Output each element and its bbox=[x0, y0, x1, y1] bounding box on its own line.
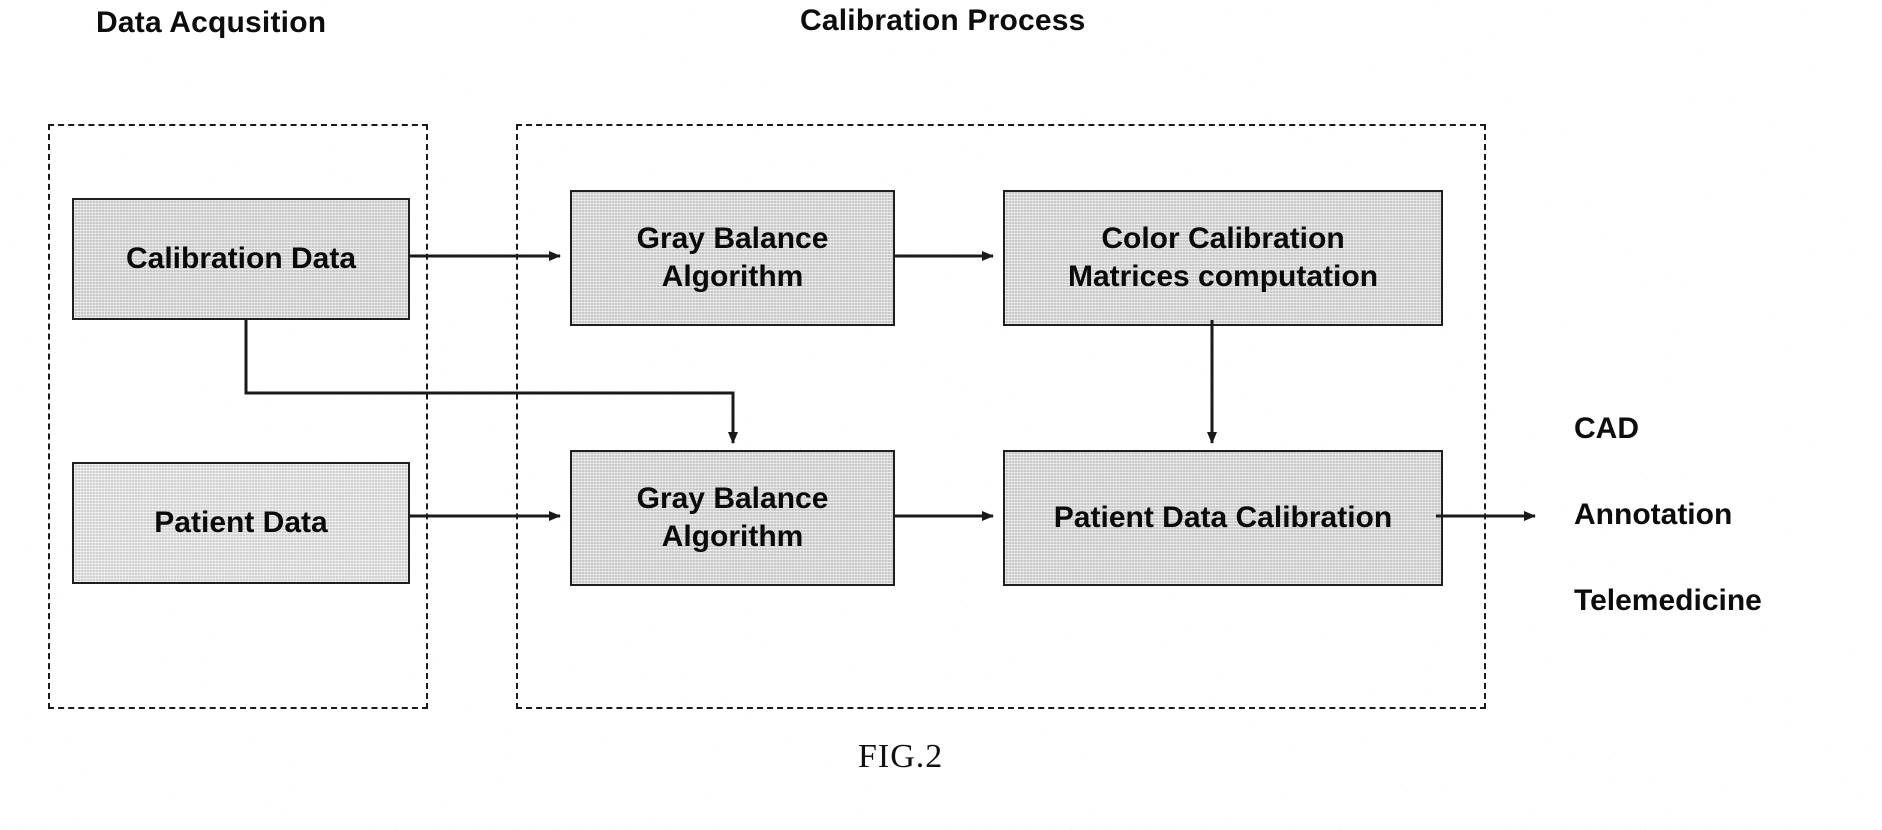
box-gray-balance-top[interactable]: Gray Balance Algorithm bbox=[570, 190, 895, 326]
box-color-calibration-label-line2: Matrices computation bbox=[1067, 260, 1379, 293]
figure-canvas: Data Acqusition Calibration Process Cali… bbox=[0, 0, 1882, 830]
box-gray-balance-bottom-label-line2: Algorithm bbox=[661, 520, 804, 553]
box-patient-data-label: Patient Data bbox=[154, 505, 328, 539]
box-gray-balance-bottom[interactable]: Gray Balance Algorithm bbox=[570, 450, 895, 586]
box-gray-balance-top-label-line1: Gray Balance bbox=[636, 221, 829, 255]
figure-caption: FIG.2 bbox=[858, 738, 944, 775]
box-color-calibration-label-line1: Color Calibration bbox=[1101, 221, 1345, 255]
box-calibration-data[interactable]: Calibration Data bbox=[72, 198, 410, 320]
output-label-telemedicine: Telemedicine bbox=[1574, 584, 1762, 617]
group-title-calibration-process: Calibration Process bbox=[800, 4, 1086, 37]
box-calibration-data-label: Calibration Data bbox=[125, 241, 357, 275]
group-title-data-acquisition: Data Acqusition bbox=[96, 6, 327, 39]
box-gray-balance-bottom-label-line1: Gray Balance bbox=[636, 481, 829, 515]
output-label-cad: CAD bbox=[1574, 412, 1639, 445]
box-gray-balance-top-label-line2: Algorithm bbox=[661, 260, 804, 293]
output-label-annotation: Annotation bbox=[1574, 498, 1733, 531]
box-patient-data-calibration[interactable]: Patient Data Calibration bbox=[1003, 450, 1443, 586]
box-patient-data-calibration-label: Patient Data Calibration bbox=[1053, 500, 1393, 534]
box-color-calibration[interactable]: Color Calibration Matrices computation bbox=[1003, 190, 1443, 326]
box-patient-data[interactable]: Patient Data bbox=[72, 462, 410, 584]
